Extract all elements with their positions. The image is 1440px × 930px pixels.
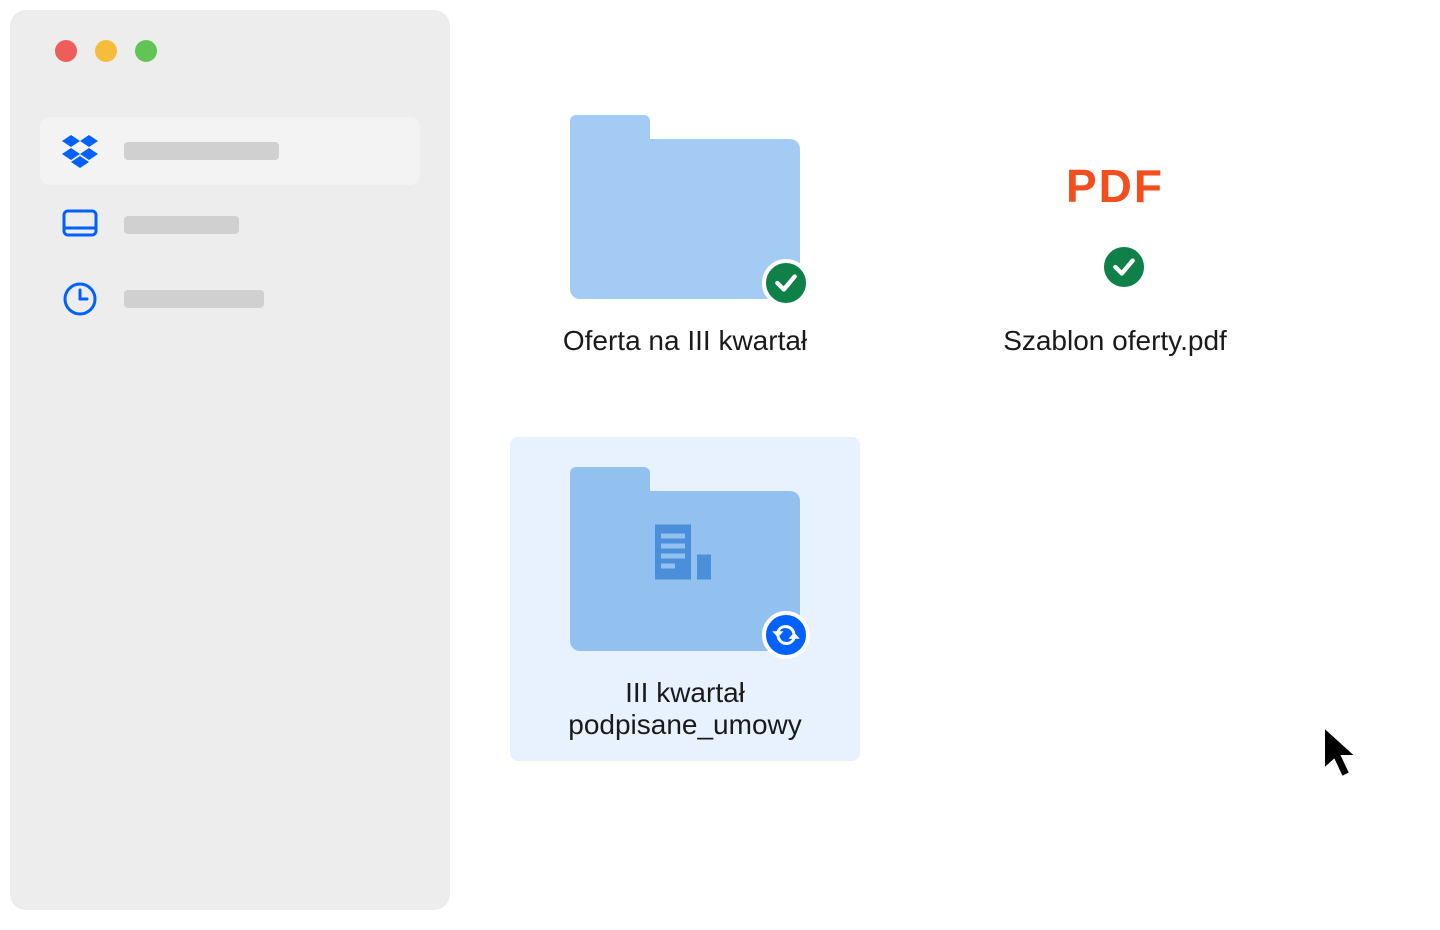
pdf-file-item[interactable]: PDF Szablon oferty.pdf	[940, 85, 1290, 377]
window-controls	[55, 40, 420, 62]
synced-badge-icon	[762, 259, 810, 307]
item-label: Szablon oferty.pdf	[1003, 325, 1227, 357]
sidebar-item-desktop[interactable]	[40, 191, 420, 259]
sidebar-item-label-placeholder	[124, 142, 279, 160]
desktop-icon	[60, 205, 100, 245]
document-stack-icon	[645, 520, 725, 595]
close-window-button[interactable]	[55, 40, 77, 62]
sidebar-item-recents[interactable]	[40, 265, 420, 333]
synced-badge-icon	[1100, 243, 1148, 291]
folder-icon	[560, 105, 810, 305]
item-label: III kwartał podpisane_umowy	[515, 677, 855, 741]
sidebar-item-dropbox[interactable]	[40, 117, 420, 185]
pdf-badge-text: PDF	[1066, 159, 1164, 213]
folder-item-selected[interactable]: III kwartał podpisane_umowy	[510, 437, 860, 761]
sidebar	[10, 10, 450, 910]
sidebar-item-label-placeholder	[124, 290, 264, 308]
sidebar-item-label-placeholder	[124, 216, 239, 234]
item-label: Oferta na III kwartał	[563, 325, 807, 357]
minimize-window-button[interactable]	[95, 40, 117, 62]
folder-docs-icon	[560, 457, 810, 657]
file-grid: Oferta na III kwartał PDF Szablon oferty…	[510, 85, 1380, 761]
syncing-badge-icon	[762, 611, 810, 659]
main-content: Oferta na III kwartał PDF Szablon oferty…	[450, 0, 1440, 930]
maximize-window-button[interactable]	[135, 40, 157, 62]
folder-item[interactable]: Oferta na III kwartał	[510, 85, 860, 377]
clock-icon	[60, 279, 100, 319]
dropbox-icon	[60, 131, 100, 171]
pdf-icon: PDF	[990, 105, 1240, 305]
